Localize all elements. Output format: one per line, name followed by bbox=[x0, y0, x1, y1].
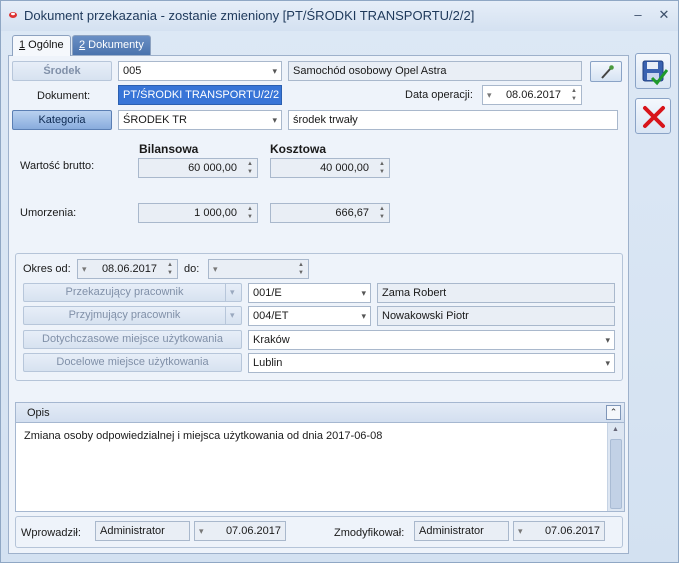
spin-updown-icon[interactable]: ▲ ▼ bbox=[246, 160, 254, 176]
wprowadzil-date-field: ▾ 07.06.2017 bbox=[194, 521, 286, 541]
spin-updown-icon[interactable]: ▲ ▼ bbox=[297, 261, 305, 277]
data-operacji-value: 08.06.2017 bbox=[505, 89, 561, 101]
red-x-cancel-icon bbox=[643, 106, 665, 128]
umorzenia-kosztowa-value: 666,67 bbox=[335, 207, 369, 219]
srodek-code-field[interactable]: 005 ▾ bbox=[118, 61, 282, 81]
przekazujacy-name-field: Zama Robert bbox=[377, 283, 615, 303]
data-operacji-label: Data operacji: bbox=[405, 89, 473, 101]
opis-textarea[interactable]: Zmiana osoby odpowiedzialnej i miejsca u… bbox=[15, 422, 625, 512]
przyjmujacy-name-field: Nowakowski Piotr bbox=[377, 306, 615, 326]
docelowe-miejsce-field[interactable]: Lublin ▾ bbox=[248, 353, 615, 373]
pen-edit-icon bbox=[601, 65, 614, 79]
zmodyfikowal-date-value: 07.06.2017 bbox=[544, 525, 600, 537]
okres-od-value: 08.06.2017 bbox=[101, 263, 157, 275]
data-operacji-field[interactable]: ▾ 08.06.2017 ▲ ▼ bbox=[482, 85, 582, 105]
zmodyfikowal-label: Zmodyfikował: bbox=[334, 527, 405, 539]
docelowe-miejsce-button[interactable]: Docelowe miejsce użytkowania bbox=[23, 353, 242, 372]
wartosc-kosztowa-value: 40 000,00 bbox=[320, 162, 369, 174]
opis-label: Opis bbox=[27, 407, 50, 419]
dokument-number-input[interactable]: PT/ŚRODKI TRANSPORTU/2/2 bbox=[118, 85, 282, 105]
okres-od-label: Okres od: bbox=[23, 263, 71, 275]
minimize-button[interactable]: – bbox=[629, 6, 647, 24]
wprowadzil-user-field: Administrator bbox=[95, 521, 190, 541]
chevron-down-icon[interactable] bbox=[225, 307, 241, 324]
zmodyfikowal-date-field: ▾ 07.06.2017 bbox=[513, 521, 605, 541]
dialog-window: Dokument przekazania - zostanie zmienion… bbox=[0, 0, 679, 563]
scroll-thumb[interactable] bbox=[610, 439, 622, 509]
dotychczasowe-miejsce-value: Kraków bbox=[253, 334, 290, 346]
przekazujacy-pracownik-button[interactable]: Przekazujący pracownik bbox=[23, 283, 242, 302]
przekazujacy-code-field[interactable]: 001/E ▾ bbox=[248, 283, 371, 303]
docelowe-miejsce-value: Lublin bbox=[253, 357, 283, 369]
title-bar[interactable]: Dokument przekazania - zostanie zmienion… bbox=[1, 1, 678, 31]
tab-dokumenty-label: Dokumenty bbox=[85, 39, 144, 51]
dotychczasowe-miejsce-button[interactable]: Dotychczasowe miejsce użytkowania bbox=[23, 330, 242, 349]
chevron-down-icon[interactable]: ▾ bbox=[213, 260, 218, 278]
kategoria-name-field[interactable]: środek trwały bbox=[288, 110, 618, 130]
srodek-button[interactable]: Środek bbox=[12, 61, 112, 81]
chevron-down-icon[interactable]: ▾ bbox=[361, 307, 366, 325]
kategoria-code-value: ŚRODEK TR bbox=[123, 114, 187, 126]
window-title: Dokument przekazania - zostanie zmienion… bbox=[24, 8, 475, 23]
chevron-down-icon[interactable]: ▾ bbox=[605, 354, 610, 372]
wprowadzil-date-value: 07.06.2017 bbox=[225, 525, 281, 537]
save-button[interactable] bbox=[635, 53, 671, 89]
tab-dokumenty[interactable]: 2 Dokumenty bbox=[72, 35, 151, 55]
wartosc-kosztowa-field[interactable]: 40 000,00 ▲ ▼ bbox=[270, 158, 390, 178]
chevron-down-icon[interactable]: ▾ bbox=[487, 86, 492, 104]
collapse-chevron-icon[interactable]: ⌃ bbox=[606, 405, 621, 420]
chevron-down-icon[interactable] bbox=[225, 284, 241, 301]
przyjmujacy-code-field[interactable]: 004/ET ▾ bbox=[248, 306, 371, 326]
chevron-down-icon: ▾ bbox=[518, 526, 523, 536]
tab-ogolne-label: Ogólne bbox=[25, 39, 64, 51]
zmodyfikowal-user-field: Administrator bbox=[414, 521, 509, 541]
wartosc-bilansowa-field[interactable]: 60 000,00 ▲ ▼ bbox=[138, 158, 258, 178]
floppy-save-icon bbox=[642, 60, 668, 86]
umorzenia-bilansowa-value: 1 000,00 bbox=[194, 207, 237, 219]
srodek-code-value: 005 bbox=[123, 65, 142, 77]
wprowadzil-label: Wprowadził: bbox=[21, 527, 81, 539]
przyjmujacy-pracownik-button[interactable]: Przyjmujący pracownik bbox=[23, 306, 242, 325]
chevron-down-icon[interactable]: ▾ bbox=[605, 331, 610, 349]
wartosc-bilansowa-value: 60 000,00 bbox=[188, 162, 237, 174]
dokument-label: Dokument: bbox=[37, 90, 91, 102]
srodek-name-field: Samochód osobowy Opel Astra bbox=[288, 61, 582, 81]
umorzenia-kosztowa-field[interactable]: 666,67 ▲ ▼ bbox=[270, 203, 390, 223]
chevron-down-icon[interactable]: ▾ bbox=[272, 62, 277, 80]
scroll-up-icon[interactable]: ▲ bbox=[612, 426, 619, 433]
przyjmujacy-code-value: 004/ET bbox=[253, 310, 289, 322]
spin-updown-icon[interactable]: ▲ ▼ bbox=[166, 261, 174, 277]
przyjmujacy-pracownik-label: Przyjmujący pracownik bbox=[68, 309, 181, 321]
wartosc-brutto-label: Wartość brutto: bbox=[20, 160, 95, 172]
kosztowa-header: Kosztowa bbox=[270, 142, 327, 156]
chevron-down-icon: ▾ bbox=[199, 526, 204, 536]
kategoria-code-field[interactable]: ŚRODEK TR ▾ bbox=[118, 110, 282, 130]
kategoria-button[interactable]: Kategoria bbox=[12, 110, 112, 130]
tab-ogolne[interactable]: 1 Ogólne bbox=[12, 35, 71, 56]
opis-header: Opis ⌃ bbox=[15, 402, 625, 422]
umorzenia-label: Umorzenia: bbox=[20, 207, 77, 219]
okres-od-field[interactable]: ▾ 08.06.2017 ▲ ▼ bbox=[77, 259, 178, 279]
okres-do-field[interactable]: ▾ ▲ ▼ bbox=[208, 259, 309, 279]
bilansowa-header: Bilansowa bbox=[139, 142, 199, 156]
przekazujacy-code-value: 001/E bbox=[253, 287, 282, 299]
dotychczasowe-miejsce-field[interactable]: Kraków ▾ bbox=[248, 330, 615, 350]
app-icon bbox=[9, 12, 17, 18]
spin-updown-icon[interactable]: ▲ ▼ bbox=[246, 205, 254, 221]
opis-text: Zmiana osoby odpowiedzialnej i miejsca u… bbox=[24, 430, 383, 442]
umorzenia-bilansowa-field[interactable]: 1 000,00 ▲ ▼ bbox=[138, 203, 258, 223]
chevron-down-icon[interactable]: ▾ bbox=[272, 111, 277, 129]
cancel-button[interactable] bbox=[635, 98, 671, 134]
okres-do-label: do: bbox=[184, 263, 200, 275]
edit-srodek-button[interactable] bbox=[590, 61, 622, 82]
przekazujacy-pracownik-label: Przekazujący pracownik bbox=[65, 286, 184, 298]
spin-updown-icon[interactable]: ▲ ▼ bbox=[378, 205, 386, 221]
close-button[interactable]: ✕ bbox=[655, 6, 673, 24]
chevron-down-icon[interactable]: ▾ bbox=[82, 260, 87, 278]
spin-updown-icon[interactable]: ▲ ▼ bbox=[570, 87, 578, 103]
spin-updown-icon[interactable]: ▲ ▼ bbox=[378, 160, 386, 176]
chevron-down-icon[interactable]: ▾ bbox=[361, 284, 366, 302]
opis-scrollbar[interactable]: ▲ bbox=[607, 423, 624, 511]
